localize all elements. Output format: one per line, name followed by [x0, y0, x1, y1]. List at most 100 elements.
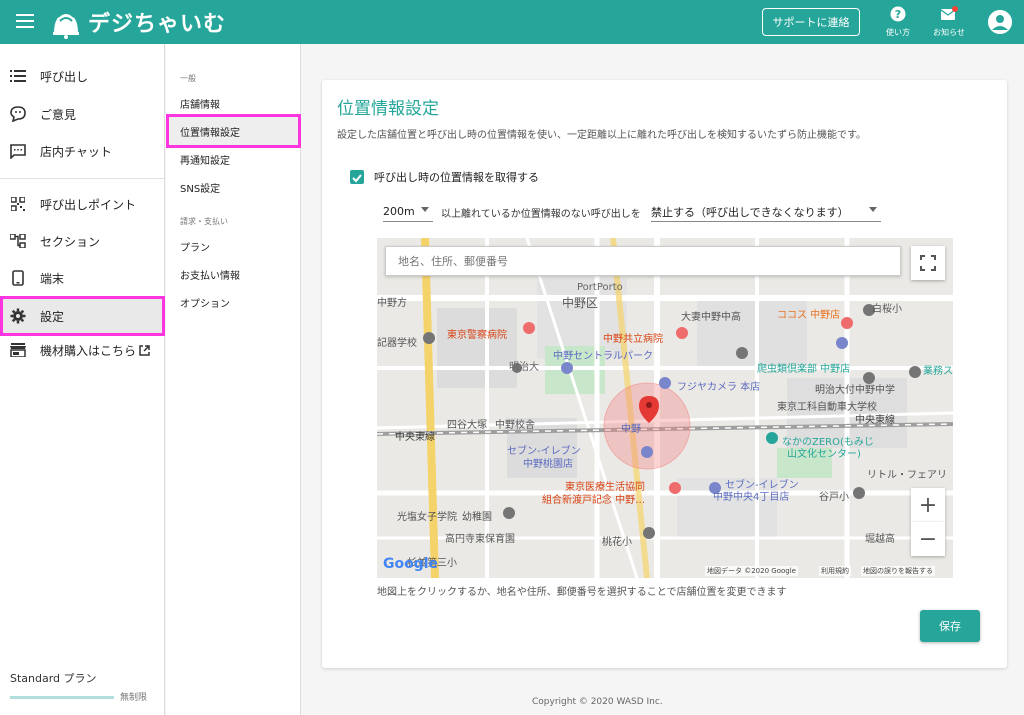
location-checkbox[interactable]	[350, 170, 364, 184]
subnav-options[interactable]: オプション	[180, 295, 230, 310]
map-search-input[interactable]	[385, 246, 901, 276]
map-label: リトル・フェアリ	[867, 470, 947, 481]
map-label: 堀越高	[865, 534, 895, 545]
map-label: 爬虫類倶楽部 中野店	[757, 364, 851, 375]
svg-text:?: ?	[895, 8, 901, 21]
bell-logo-icon	[53, 12, 79, 39]
location-settings-card: 位置情報設定 設定した店舗位置と呼び出し時の位置情報を使い、一定距離以上に離れた…	[322, 80, 1007, 668]
map-label: 桃花小	[602, 537, 632, 548]
map-label: 光塩女子学院	[397, 512, 457, 523]
map-label: 白桜小	[872, 304, 902, 315]
map-label: 明治大付中野中学	[815, 385, 895, 396]
subnav-group-general: 一般	[180, 74, 196, 83]
page-title: 位置情報設定	[337, 99, 439, 119]
account-icon	[988, 10, 1012, 34]
fullscreen-button[interactable]	[911, 246, 945, 280]
map-label: 中野	[621, 424, 641, 435]
gear-icon	[10, 308, 26, 324]
plan-limit: 無制限	[120, 693, 148, 703]
fullscreen-icon	[920, 255, 936, 271]
map-label: 中野セントラルパーク	[553, 351, 653, 362]
google-logo: Google	[383, 556, 438, 572]
map-label: 中野中央4丁目店	[713, 492, 790, 503]
map-label: 記器学校	[377, 338, 417, 349]
sidebar-item-label: 端末	[40, 271, 65, 286]
distance-label: 以上離れているか位置情報のない呼び出しを	[441, 209, 641, 220]
map-attribution: 地図データ ©2020 Google	[705, 566, 798, 576]
plan-usage-bar	[10, 696, 114, 699]
map-label: 中野校舎	[495, 420, 535, 431]
map-label: 業務ス	[923, 366, 953, 377]
subnav-store-info[interactable]: 店舗情報	[180, 96, 220, 111]
menu-icon[interactable]	[16, 14, 34, 30]
feedback-icon	[10, 106, 26, 122]
action-select[interactable]: 禁止する（呼び出しできなくなります）	[651, 202, 881, 222]
sidebar-item-chat[interactable]: 店内チャット	[0, 133, 165, 169]
map-terms-link[interactable]: 利用規約	[819, 566, 851, 576]
mail-icon	[940, 6, 958, 20]
help-button[interactable]: ? 使い方	[878, 6, 918, 38]
save-button[interactable]: 保存	[920, 610, 980, 642]
sidebar-item-calls[interactable]: 呼び出し	[0, 58, 165, 94]
map-label: 中野区	[562, 296, 599, 310]
sidebar-item-label: ご意見	[40, 107, 77, 122]
page-description: 設定した店舗位置と呼び出し時の位置情報を使い、一定距離以上に離れた呼び出しを検知…	[337, 130, 866, 141]
subnav-group-billing: 請求・支払い	[180, 217, 228, 226]
sidebar-item-feedback[interactable]: ご意見	[0, 96, 165, 132]
subnav-plan[interactable]: プラン	[180, 239, 210, 254]
sidebar-item-label: 呼び出しポイント	[40, 197, 137, 212]
distance-select[interactable]: 200m	[383, 202, 433, 222]
chevron-down-icon	[421, 207, 429, 212]
sidebar-item-label: 店内チャット	[40, 144, 112, 159]
subnav-renotify-settings[interactable]: 再通知設定	[180, 152, 230, 167]
sidebar-divider	[0, 178, 165, 179]
map-label: ココス 中野店	[777, 310, 841, 321]
sidebar-item-label: 機材購入はこちら	[40, 343, 137, 358]
help-icon: ?	[890, 6, 906, 22]
check-icon	[352, 174, 362, 183]
sidebar-item-call-points[interactable]: 呼び出しポイント	[0, 186, 165, 222]
section-icon	[10, 233, 26, 249]
support-contact-button[interactable]: サポートに連絡	[762, 8, 860, 36]
sidebar-item-settings[interactable]: 設定	[0, 296, 165, 336]
map-label: 大妻中野中高	[681, 312, 741, 323]
map-report-link[interactable]: 地図の誤りを報告する	[861, 566, 935, 576]
settings-subnav: 一般 店舗情報 位置情報設定 再通知設定 SNS設定 請求・支払い プラン お支…	[166, 44, 301, 715]
chat-icon	[10, 143, 26, 159]
zoom-out-button[interactable]: −	[911, 522, 945, 556]
map-label: 山文化センター)	[787, 449, 861, 460]
sidebar-item-label: 設定	[40, 309, 65, 324]
subnav-sns-settings[interactable]: SNS設定	[180, 180, 220, 195]
sidebar-item-devices[interactable]: 端末	[0, 260, 165, 296]
subnav-location-settings[interactable]: 位置情報設定	[166, 114, 301, 148]
map-label: 明治大	[509, 362, 539, 373]
zoom-in-button[interactable]: +	[911, 488, 945, 522]
map-label: 中央東線	[395, 432, 435, 443]
notification-label: お知らせ	[933, 28, 965, 37]
location-checkbox-label: 呼び出し時の位置情報を取得する	[374, 171, 539, 184]
map-label: PortPorto	[577, 282, 623, 293]
qr-code-icon	[10, 196, 26, 212]
sidebar-item-label: 呼び出し	[40, 69, 89, 84]
map-label: 四谷大塚	[447, 420, 487, 431]
distance-value: 200m	[383, 205, 415, 218]
map-label: 幼稚園	[462, 512, 492, 523]
list-icon	[10, 68, 26, 84]
map-label: 東京工科自動車大学校	[777, 402, 877, 413]
map-label: 東京警察病院	[447, 330, 507, 341]
map-label: 中野桃園店	[523, 459, 573, 470]
store-location-map[interactable]: PortPorto 中野区 中野方 東京警察病院 中野共立病院 中野セントラルパ…	[377, 238, 953, 578]
map-label: 中野共立病院	[603, 334, 663, 345]
help-label: 使い方	[886, 28, 910, 37]
subnav-payment-info[interactable]: お支払い情報	[180, 267, 240, 282]
sidebar-item-section[interactable]: セクション	[0, 223, 165, 259]
logo-text: デジちゃいむ	[88, 12, 227, 37]
app-header: デジちゃいむ サポートに連絡 ? 使い方 お知らせ	[0, 0, 1024, 44]
user-avatar[interactable]	[988, 10, 1012, 34]
chevron-down-icon	[869, 207, 877, 212]
device-icon	[10, 270, 26, 286]
logo[interactable]: デジちゃいむ	[50, 4, 226, 40]
notification-button[interactable]: お知らせ	[929, 6, 969, 38]
sidebar-item-purchase[interactable]: 機材購入はこちら	[0, 332, 165, 368]
external-link-icon	[139, 344, 150, 356]
